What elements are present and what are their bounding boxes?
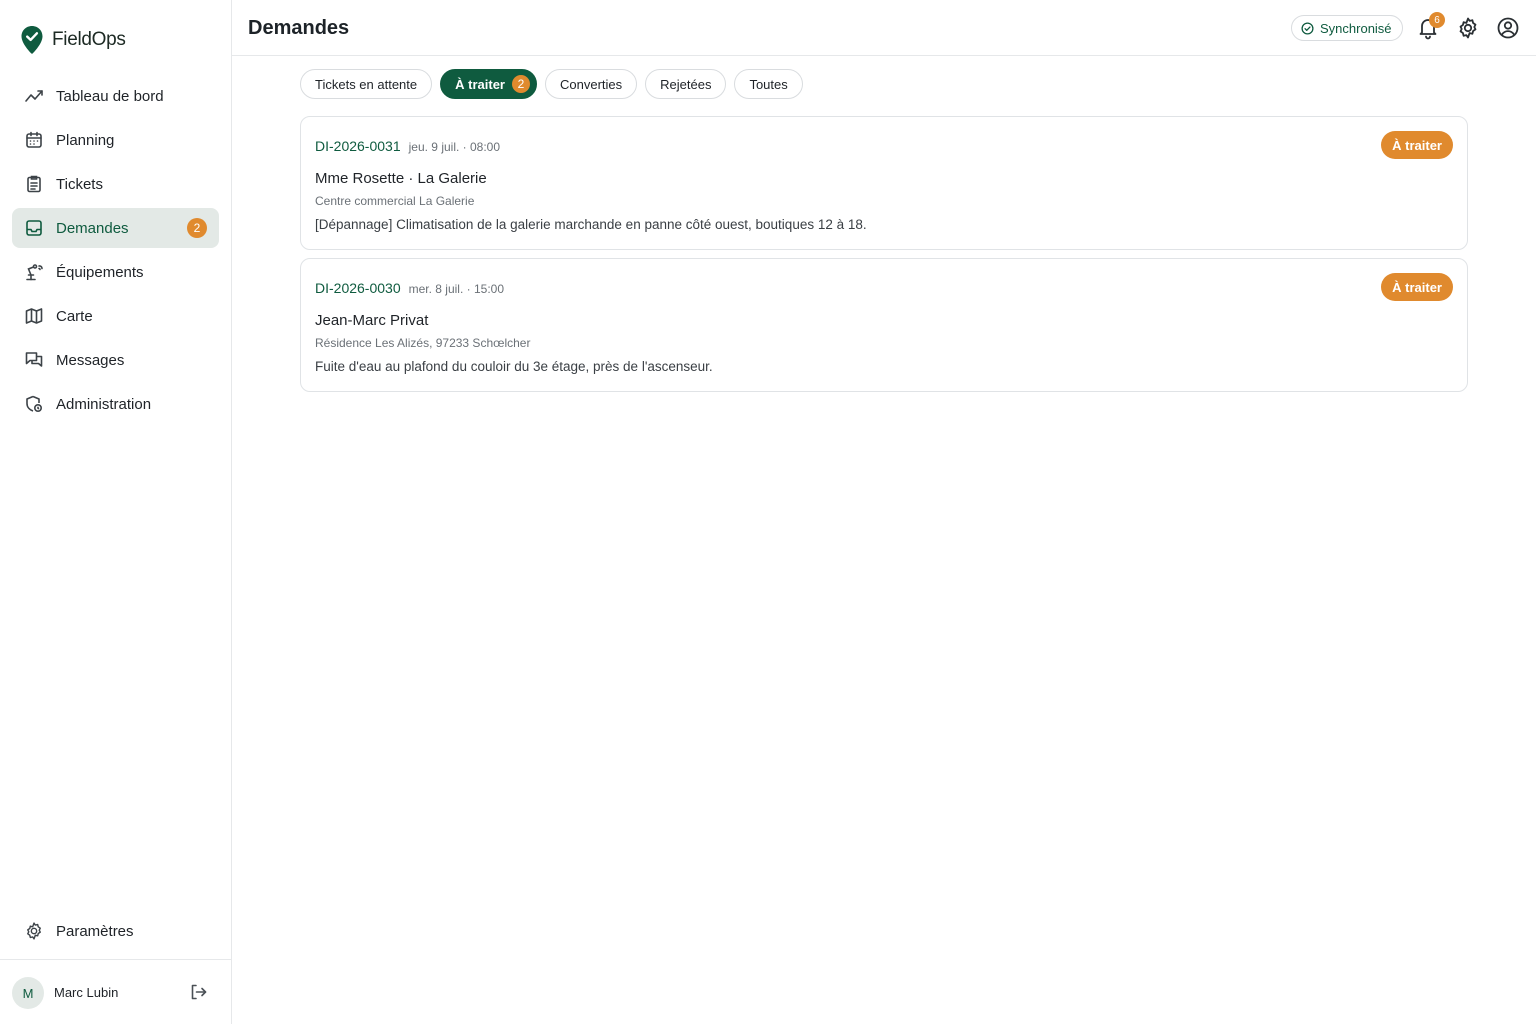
admin-shield-icon — [24, 394, 44, 414]
check-circle-icon — [1301, 21, 1314, 35]
request-site: Résidence Les Alizés, 97233 Schœlcher — [315, 336, 531, 350]
tab-converties[interactable]: Converties — [545, 69, 638, 99]
tab-label: Toutes — [749, 76, 788, 92]
sidebar-nav: Tableau de bord Planning Tickets Demande… — [12, 76, 219, 428]
sidebar-item-label: Carte — [56, 307, 93, 325]
page-title: Demandes — [248, 17, 350, 39]
tab-tickets-en-attente[interactable]: Tickets en attente — [300, 69, 433, 99]
tab-toutes[interactable]: Toutes — [734, 69, 803, 99]
tab-count-badge: 2 — [512, 75, 530, 93]
equipment-icon — [24, 262, 44, 282]
tab-rejetees[interactable]: Rejetées — [645, 69, 727, 99]
status-badge: À traiter — [1381, 273, 1453, 301]
app-name: FieldOps — [52, 29, 126, 50]
messages-icon — [24, 350, 44, 370]
sidebar-item-administration[interactable]: Administration — [12, 384, 219, 424]
sidebar-item-messages[interactable]: Messages — [12, 340, 219, 380]
sidebar-item-label: Tableau de bord — [56, 87, 164, 105]
request-date: mer. 8 juil. · 15:00 — [408, 282, 505, 296]
top-header: Demandes Synchronisé 6 — [232, 0, 1536, 56]
request-list: DI-2026-0031 jeu. 9 juil. · 08:00 À trait… — [300, 116, 1468, 400]
map-icon — [24, 306, 44, 326]
user-circle-icon[interactable] — [1496, 16, 1520, 40]
sidebar: FieldOps Tableau de bord Planning Ticket… — [0, 0, 232, 1024]
sidebar-badge: 2 — [187, 218, 207, 238]
tab-label: Rejetées — [660, 76, 712, 92]
request-ref[interactable]: DI-2026-0031 — [315, 138, 401, 154]
sync-status[interactable]: Synchronisé — [1291, 15, 1403, 41]
sidebar-item-label: Paramètres — [56, 922, 134, 940]
request-site: Centre commercial La Galerie — [315, 194, 475, 208]
app-logo[interactable]: FieldOps — [20, 24, 126, 56]
sidebar-item-tickets[interactable]: Tickets — [12, 164, 219, 204]
request-card[interactable]: DI-2026-0031 jeu. 9 juil. · 08:00 À trait… — [300, 116, 1468, 250]
sidebar-settings-wrapper: Paramètres — [12, 911, 219, 955]
user-profile: M Marc Lubin — [0, 959, 232, 1024]
request-card[interactable]: DI-2026-0030 mer. 8 juil. · 15:00 À trait… — [300, 258, 1468, 392]
sidebar-item-label: Administration — [56, 395, 152, 413]
location-pin-icon — [21, 26, 43, 54]
sidebar-item-dashboard[interactable]: Tableau de bord — [12, 76, 219, 116]
sidebar-item-demandes[interactable]: Demandes 2 — [12, 208, 219, 248]
request-client: Mme Rosette · La Galerie — [315, 170, 487, 187]
notification-badge: 6 — [1429, 12, 1445, 28]
calendar-icon — [24, 130, 44, 150]
tab-label: Converties — [560, 76, 623, 92]
clipboard-icon — [24, 174, 44, 194]
logout-icon[interactable] — [188, 982, 208, 1002]
sidebar-item-planning[interactable]: Planning — [12, 120, 219, 160]
request-ref[interactable]: DI-2026-0030 — [315, 280, 401, 296]
chart-line-icon — [24, 86, 44, 106]
request-date: jeu. 9 juil. · 08:00 — [408, 140, 501, 154]
sidebar-item-carte[interactable]: Carte — [12, 296, 219, 336]
sidebar-item-parametres[interactable]: Paramètres — [12, 911, 219, 951]
avatar[interactable]: M — [12, 977, 44, 1009]
inbox-icon — [24, 218, 44, 238]
sidebar-item-label: Planning — [56, 131, 115, 149]
filter-tabs: Tickets en attente À traiter 2 Convertie… — [300, 69, 803, 99]
request-description: Fuite d'eau au plafond du couloir du 3e … — [315, 359, 713, 374]
sidebar-item-label: Tickets — [56, 175, 103, 193]
sidebar-item-label: Demandes — [56, 219, 129, 237]
request-description: [Dépannage] Climatisation de la galerie … — [315, 217, 867, 232]
request-ref-line: DI-2026-0031 jeu. 9 juil. · 08:00 — [315, 138, 500, 154]
sidebar-item-label: Messages — [56, 351, 125, 369]
sync-label: Synchronisé — [1320, 20, 1392, 36]
sidebar-item-equipements[interactable]: Équipements — [12, 252, 219, 292]
user-name: Marc Lubin — [54, 985, 119, 1000]
tab-a-traiter[interactable]: À traiter 2 — [440, 69, 537, 99]
gear-icon — [24, 921, 44, 941]
sidebar-item-label: Équipements — [56, 263, 144, 281]
tab-label: Tickets en attente — [315, 76, 418, 92]
request-client: Jean-Marc Privat — [315, 312, 429, 329]
tab-label: À traiter — [455, 76, 505, 92]
request-ref-line: DI-2026-0030 mer. 8 juil. · 15:00 — [315, 280, 504, 296]
settings-gear-icon[interactable] — [1456, 16, 1480, 40]
status-badge: À traiter — [1381, 131, 1453, 159]
